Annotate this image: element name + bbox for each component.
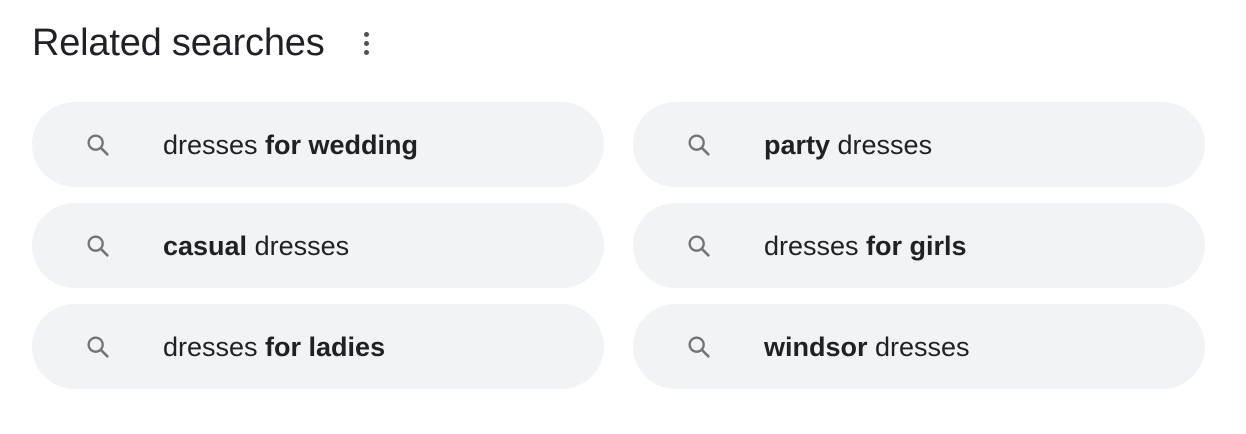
related-search-chip[interactable]: party dresses — [633, 102, 1205, 187]
related-search-label: casual dresses — [163, 230, 350, 261]
related-search-chip[interactable]: dresses for ladies — [32, 304, 604, 389]
search-icon — [84, 333, 112, 361]
search-icon — [685, 131, 713, 159]
section-title: Related searches — [32, 22, 325, 64]
related-searches-panel: Related searches dresses for wedding par… — [0, 0, 1246, 434]
related-search-chip[interactable]: windsor dresses — [633, 304, 1205, 389]
more-vert-icon[interactable] — [355, 23, 379, 63]
related-search-label: dresses for ladies — [163, 331, 386, 362]
more-dot — [364, 49, 370, 55]
related-search-label: party dresses — [764, 129, 933, 160]
related-search-label: dresses for wedding — [163, 129, 419, 160]
related-search-chip[interactable]: casual dresses — [32, 203, 604, 288]
related-searches-grid: dresses for wedding party dresses casual… — [32, 102, 1205, 389]
related-search-chip[interactable]: dresses for girls — [633, 203, 1205, 288]
search-icon — [84, 232, 112, 260]
related-search-label: windsor dresses — [764, 331, 970, 362]
search-icon — [84, 131, 112, 159]
search-icon — [685, 333, 713, 361]
search-icon — [685, 232, 713, 260]
related-searches-header: Related searches — [32, 18, 379, 68]
more-dot — [364, 40, 370, 46]
more-dot — [364, 31, 370, 37]
related-search-chip[interactable]: dresses for wedding — [32, 102, 604, 187]
related-search-label: dresses for girls — [764, 230, 967, 261]
